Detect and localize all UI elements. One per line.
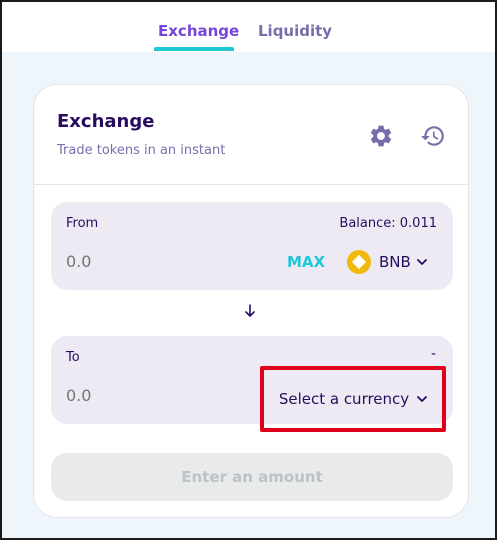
from-label: From <box>66 216 99 231</box>
enter-amount-button[interactable]: Enter an amount <box>51 453 453 501</box>
from-amount-input[interactable] <box>66 252 186 271</box>
card-title: Exchange <box>57 111 155 132</box>
history-icon[interactable] <box>420 123 446 149</box>
card-subtitle: Trade tokens in an instant <box>57 143 226 158</box>
to-label: To <box>66 350 80 365</box>
select-currency-label: Select a currency <box>278 390 410 408</box>
gear-icon[interactable] <box>368 123 394 149</box>
to-balance: - <box>430 346 436 362</box>
top-nav: Exchange Liquidity <box>2 2 495 52</box>
exchange-card: Exchange Trade tokens in an instant From… <box>33 84 469 518</box>
swap-direction-arrow-icon[interactable] <box>243 303 257 319</box>
bnb-icon <box>347 250 371 274</box>
select-currency-button[interactable]: Select a currency <box>260 366 446 432</box>
from-token-label: BNB <box>379 253 411 271</box>
from-token-select[interactable]: BNB <box>347 249 427 275</box>
chevron-down-icon <box>416 259 427 265</box>
card-header: Exchange Trade tokens in an instant <box>34 85 468 185</box>
active-tab-indicator <box>154 47 234 51</box>
app-frame: Exchange Liquidity Exchange Trade tokens… <box>0 0 497 540</box>
chevron-down-icon <box>417 396 428 402</box>
from-balance: Balance: 0.011 <box>339 216 437 231</box>
tab-liquidity[interactable]: Liquidity <box>258 22 332 40</box>
from-panel: From Balance: 0.011 MAX BNB <box>51 202 453 290</box>
to-amount-input[interactable] <box>66 386 186 405</box>
max-button[interactable]: MAX <box>287 253 325 271</box>
tab-exchange[interactable]: Exchange <box>158 22 239 40</box>
